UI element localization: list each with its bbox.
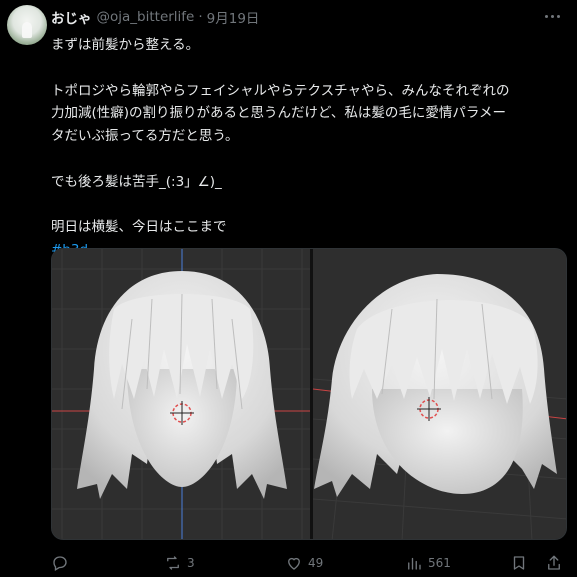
post-line: 力加減(性癖)の割り振りがあると思うんだけど、私は髪の毛に愛情パラメー	[51, 105, 506, 122]
post-header: おじゃ @oja_bitterlife · 9月19日	[51, 7, 259, 27]
views-icon	[408, 557, 421, 570]
action-bar: 3 49 561	[51, 552, 567, 574]
post-line: タだいぶ振ってる方だと思う。	[51, 128, 239, 145]
more-options-icon[interactable]	[541, 8, 563, 24]
like-count: 49	[308, 556, 324, 570]
separator-dot: ·	[198, 9, 203, 25]
reply-button[interactable]	[51, 552, 74, 574]
post-text: まずは前髪から整える。 トポロジやら輪郭やらフェイシャルやらテクスチャやら、みん…	[51, 34, 563, 262]
repost-icon	[167, 556, 179, 570]
reply-icon	[53, 556, 67, 571]
author-handle[interactable]: @oja_bitterlife	[97, 9, 195, 25]
3d-viewport-icon	[52, 249, 566, 539]
post-line: でも後ろ髪は苦手_(:3」∠)_	[51, 173, 222, 190]
author-name[interactable]: おじゃ	[51, 7, 92, 27]
post-line: 明日は横髪、今日はここまで	[51, 219, 227, 236]
views-button[interactable]: 561	[405, 552, 451, 574]
bookmark-button[interactable]	[510, 552, 528, 574]
repost-count: 3	[187, 556, 195, 570]
share-button[interactable]	[545, 552, 563, 574]
repost-button[interactable]: 3	[164, 552, 195, 574]
heart-icon	[288, 557, 300, 570]
bookmark-icon	[513, 556, 525, 570]
views-count: 561	[428, 556, 451, 570]
author-avatar[interactable]	[7, 5, 47, 45]
post-date[interactable]: 9月19日	[207, 7, 260, 27]
post-line: まずは前髪から整える。	[51, 37, 200, 53]
like-button[interactable]: 49	[285, 552, 323, 574]
share-icon	[548, 555, 560, 570]
post-media[interactable]	[51, 248, 567, 540]
post-line: トポロジやら輪郭やらフェイシャルやらテクスチャやら、みんなそれぞれの	[51, 82, 510, 99]
